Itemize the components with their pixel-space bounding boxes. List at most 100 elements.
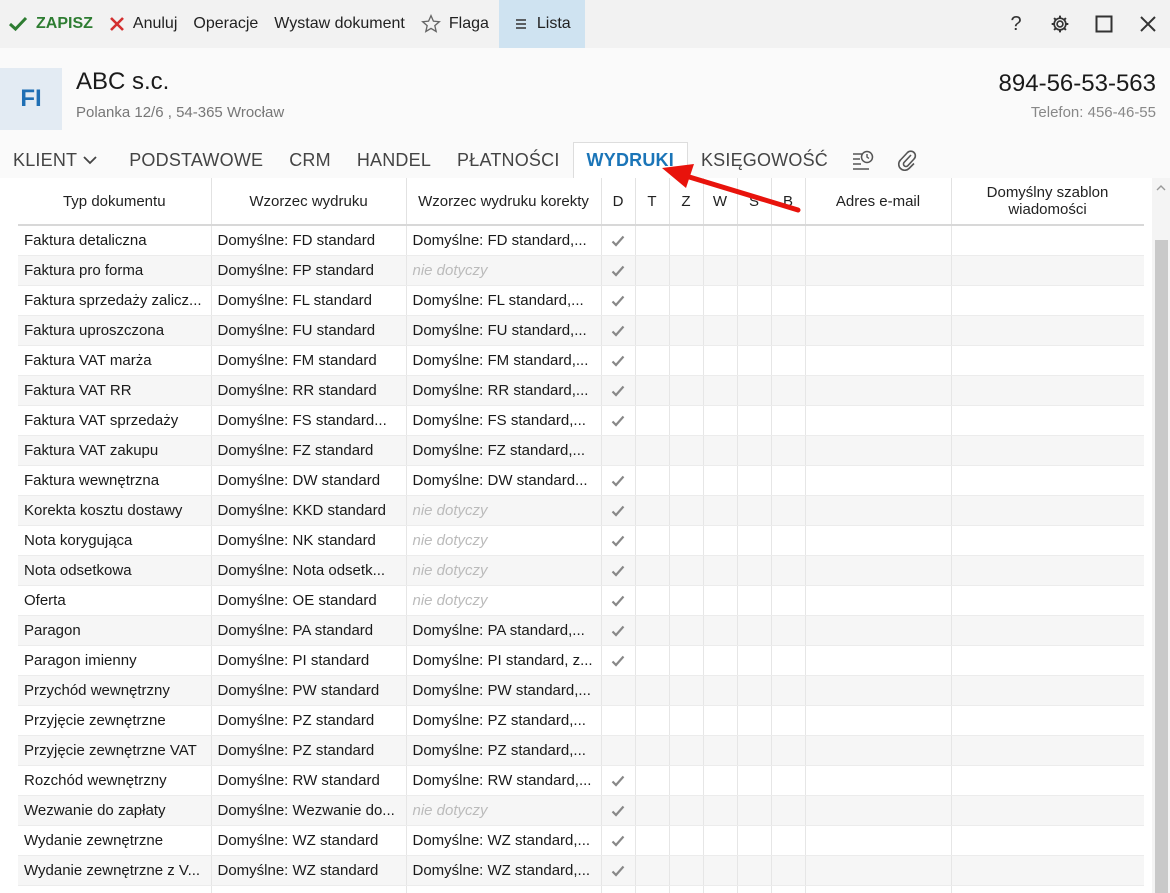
email-cell[interactable] bbox=[805, 885, 952, 893]
table-cell[interactable]: Domyślne: FZ standard bbox=[211, 435, 407, 466]
print-z-checkbox[interactable] bbox=[669, 705, 704, 736]
print-d-checkbox[interactable] bbox=[601, 495, 636, 526]
tab-podstawowe[interactable]: PODSTAWOWE bbox=[116, 142, 276, 178]
print-z-checkbox[interactable] bbox=[669, 735, 704, 766]
table-row[interactable]: Paragon imienny Domyślne: PI standard Domy… bbox=[18, 645, 1144, 676]
table-row[interactable] bbox=[18, 885, 1144, 893]
print-b-checkbox[interactable] bbox=[771, 405, 806, 436]
table-cell[interactable]: Domyślne: PI standard, z... bbox=[406, 645, 602, 676]
table-cell[interactable]: Faktura uproszczona bbox=[18, 315, 212, 346]
email-cell[interactable] bbox=[805, 525, 952, 556]
email-cell[interactable] bbox=[805, 315, 952, 346]
column-header[interactable]: T bbox=[635, 178, 670, 226]
print-t-checkbox[interactable] bbox=[635, 255, 670, 286]
print-w-checkbox[interactable] bbox=[703, 285, 738, 316]
message-template-cell[interactable] bbox=[951, 255, 1144, 286]
table-cell[interactable]: Nota odsetkowa bbox=[18, 555, 212, 586]
print-b-checkbox[interactable] bbox=[771, 765, 806, 796]
print-z-checkbox[interactable] bbox=[669, 795, 704, 826]
print-w-checkbox[interactable] bbox=[703, 585, 738, 616]
print-z-checkbox[interactable] bbox=[669, 675, 704, 706]
print-w-checkbox[interactable] bbox=[703, 825, 738, 856]
column-header[interactable]: Wzorzec wydruku korekty bbox=[406, 178, 602, 226]
print-t-checkbox[interactable] bbox=[635, 645, 670, 676]
print-w-checkbox[interactable] bbox=[703, 555, 738, 586]
print-z-checkbox[interactable] bbox=[669, 495, 704, 526]
print-w-checkbox[interactable] bbox=[703, 885, 738, 893]
email-cell[interactable] bbox=[805, 795, 952, 826]
table-cell[interactable]: Domyślne: RR standard bbox=[211, 375, 407, 406]
email-cell[interactable] bbox=[805, 465, 952, 496]
print-s-checkbox[interactable] bbox=[737, 555, 772, 586]
message-template-cell[interactable] bbox=[951, 885, 1144, 893]
table-cell[interactable]: nie dotyczy bbox=[406, 585, 602, 616]
table-cell[interactable]: Domyślne: DW standard... bbox=[406, 465, 602, 496]
print-z-checkbox[interactable] bbox=[669, 765, 704, 796]
print-t-checkbox[interactable] bbox=[635, 525, 670, 556]
print-d-checkbox[interactable] bbox=[601, 855, 636, 886]
table-cell[interactable]: Domyślne: WZ standard,... bbox=[406, 825, 602, 856]
table-cell[interactable]: Przyjęcie zewnętrzne bbox=[18, 705, 212, 736]
print-s-checkbox[interactable] bbox=[737, 585, 772, 616]
print-d-checkbox[interactable] bbox=[601, 825, 636, 856]
gear-icon[interactable] bbox=[1038, 0, 1082, 48]
table-cell[interactable]: Domyślne: WZ standard bbox=[211, 855, 407, 886]
scrollbar-thumb[interactable] bbox=[1155, 240, 1168, 893]
column-header[interactable]: S bbox=[737, 178, 772, 226]
print-s-checkbox[interactable] bbox=[737, 795, 772, 826]
print-b-checkbox[interactable] bbox=[771, 675, 806, 706]
table-cell[interactable]: Faktura VAT RR bbox=[18, 375, 212, 406]
print-d-checkbox[interactable] bbox=[601, 285, 636, 316]
print-z-checkbox[interactable] bbox=[669, 285, 704, 316]
print-b-checkbox[interactable] bbox=[771, 735, 806, 766]
tab-ksiegowosc[interactable]: KSIĘGOWOŚĆ bbox=[688, 142, 841, 178]
print-t-checkbox[interactable] bbox=[635, 885, 670, 893]
print-t-checkbox[interactable] bbox=[635, 315, 670, 346]
table-cell[interactable]: Domyślne: KKD standard bbox=[211, 495, 407, 526]
print-w-checkbox[interactable] bbox=[703, 705, 738, 736]
print-t-checkbox[interactable] bbox=[635, 345, 670, 376]
print-s-checkbox[interactable] bbox=[737, 675, 772, 706]
table-cell[interactable]: Domyślne: FP standard bbox=[211, 255, 407, 286]
print-b-checkbox[interactable] bbox=[771, 885, 806, 893]
message-template-cell[interactable] bbox=[951, 405, 1144, 436]
table-row[interactable]: Wezwanie do zapłaty Domyślne: Wezwanie do… bbox=[18, 795, 1144, 826]
message-template-cell[interactable] bbox=[951, 495, 1144, 526]
print-w-checkbox[interactable] bbox=[703, 525, 738, 556]
print-s-checkbox[interactable] bbox=[737, 885, 772, 893]
table-cell[interactable]: Domyślne: Nota odsetk... bbox=[211, 555, 407, 586]
print-b-checkbox[interactable] bbox=[771, 255, 806, 286]
table-cell[interactable]: Domyślne: FS standard... bbox=[211, 405, 407, 436]
print-z-checkbox[interactable] bbox=[669, 555, 704, 586]
print-d-checkbox[interactable] bbox=[601, 315, 636, 346]
print-s-checkbox[interactable] bbox=[737, 615, 772, 646]
print-z-checkbox[interactable] bbox=[669, 825, 704, 856]
print-w-checkbox[interactable] bbox=[703, 735, 738, 766]
print-z-checkbox[interactable] bbox=[669, 345, 704, 376]
scroll-up-icon[interactable] bbox=[1152, 178, 1170, 198]
print-z-checkbox[interactable] bbox=[669, 465, 704, 496]
print-z-checkbox[interactable] bbox=[669, 405, 704, 436]
table-cell[interactable]: Faktura pro forma bbox=[18, 255, 212, 286]
table-cell[interactable]: nie dotyczy bbox=[406, 795, 602, 826]
print-t-checkbox[interactable] bbox=[635, 855, 670, 886]
print-b-checkbox[interactable] bbox=[771, 615, 806, 646]
print-s-checkbox[interactable] bbox=[737, 735, 772, 766]
print-b-checkbox[interactable] bbox=[771, 645, 806, 676]
print-s-checkbox[interactable] bbox=[737, 765, 772, 796]
print-t-checkbox[interactable] bbox=[635, 705, 670, 736]
table-row[interactable]: Korekta kosztu dostawy Domyślne: KKD stan… bbox=[18, 495, 1144, 526]
table-cell[interactable]: Domyślne: RR standard,... bbox=[406, 375, 602, 406]
print-d-checkbox[interactable] bbox=[601, 465, 636, 496]
table-cell[interactable]: nie dotyczy bbox=[406, 255, 602, 286]
table-row[interactable]: Faktura VAT marża Domyślne: FM standard Do… bbox=[18, 345, 1144, 376]
print-s-checkbox[interactable] bbox=[737, 285, 772, 316]
operations-menu[interactable]: Operacje bbox=[185, 0, 266, 48]
print-b-checkbox[interactable] bbox=[771, 435, 806, 466]
table-row[interactable]: Nota odsetkowa Domyślne: Nota odsetk... ni… bbox=[18, 555, 1144, 586]
print-s-checkbox[interactable] bbox=[737, 405, 772, 436]
print-s-checkbox[interactable] bbox=[737, 465, 772, 496]
table-cell[interactable]: Domyślne: PZ standard bbox=[211, 705, 407, 736]
table-cell[interactable]: Domyślne: PZ standard,... bbox=[406, 735, 602, 766]
paperclip-icon[interactable] bbox=[885, 142, 929, 178]
